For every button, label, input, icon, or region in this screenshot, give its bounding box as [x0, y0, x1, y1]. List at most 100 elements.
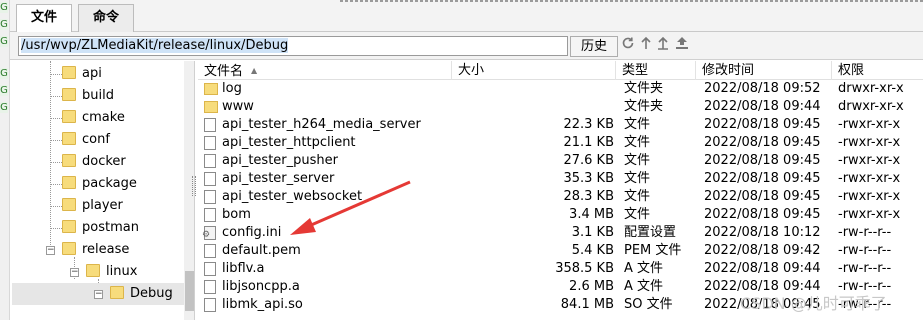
file-permissions: -rw-r--r-- [838, 243, 892, 258]
up-directory-icon[interactable] [655, 36, 671, 54]
tree-item-label: build [82, 88, 114, 103]
tab-bar: 文件 命令 [10, 0, 923, 33]
file-permissions: -rw-r--r-- [838, 261, 892, 276]
file-type: A 文件 [624, 279, 664, 294]
edge-marker: G [0, 85, 8, 96]
file-permissions: -rw-r--r-- [838, 225, 892, 240]
file-modified: 2022/08/18 09:45 [704, 171, 821, 186]
file-icon [204, 118, 216, 132]
file-modified: 2022/08/18 09:42 [704, 243, 821, 258]
file-name: www [222, 99, 254, 114]
tree-item-docker[interactable]: docker [62, 151, 126, 173]
column-header-permissions[interactable]: 权限 [832, 61, 923, 80]
tree-item-label: postman [82, 220, 139, 235]
tree-item-label: linux [106, 264, 138, 279]
file-name: api_tester_h264_media_server [222, 117, 421, 132]
folder-icon [62, 110, 76, 123]
tab-files[interactable]: 文件 [16, 4, 73, 33]
watermark: CSDN @儿时可乖了 [740, 294, 887, 313]
file-name: bom [222, 207, 251, 222]
tree-item-player[interactable]: player [62, 195, 123, 217]
tree-guide-line [50, 228, 62, 229]
upload-icon[interactable] [638, 36, 654, 54]
tab-commands[interactable]: 命令 [78, 4, 135, 32]
file-row[interactable]: default.pem 5.4 KB PEM 文件 2022/08/18 09:42 -… [198, 242, 923, 260]
file-size [452, 98, 614, 116]
file-name: libjsoncpp.a [222, 279, 300, 294]
file-name: api_tester_httpclient [222, 135, 356, 150]
edge-marker: G [0, 102, 8, 113]
file-type: 文件 [624, 135, 651, 150]
column-header-name[interactable]: 文件名 ▲ [198, 61, 452, 80]
file-row[interactable]: libflv.a 358.5 KB A 文件 2022/08/18 09:44 -rw-… [198, 260, 923, 278]
file-row[interactable]: api_tester_h264_media_server 22.3 KB 文件 202… [198, 116, 923, 134]
tree-guide-line [50, 74, 62, 75]
file-row[interactable]: bom 3.4 MB 文件 2022/08/18 09:45 -rwxr-xr-x [198, 206, 923, 224]
tree-item-release[interactable]: release [62, 239, 129, 261]
path-value: /usr/wvp/ZLMediaKit/release/linux/Debug [21, 38, 289, 53]
pane-splitter[interactable] [192, 176, 196, 196]
file-type: A 文件 [624, 261, 664, 276]
path-input[interactable]: /usr/wvp/ZLMediaKit/release/linux/Debug [18, 36, 568, 56]
file-list-header: 文件名 ▲ 大小 类型 修改时间 权限 [198, 61, 923, 80]
upload-folder-icon[interactable] [674, 36, 690, 54]
config-file-icon [202, 226, 216, 240]
file-icon [204, 172, 216, 186]
file-size: 22.3 KB [563, 117, 614, 132]
file-type: 文件 [624, 207, 651, 222]
tree-guide-line [50, 118, 62, 119]
file-icon [204, 154, 216, 168]
tree-item-debug[interactable]: Debug [110, 283, 173, 305]
column-header-size[interactable]: 大小 [452, 61, 616, 80]
file-type: 文件 [624, 117, 651, 132]
tree-item-api[interactable]: api [62, 63, 102, 85]
file-icon [204, 298, 216, 312]
tree-guide-line [50, 140, 62, 141]
file-row[interactable]: api_tester_pusher 27.6 KB 文件 2022/08/18 09:… [198, 152, 923, 170]
collapse-release-toggle[interactable]: − [46, 246, 55, 255]
tree-item-label: docker [82, 154, 126, 169]
history-button[interactable]: 历史 [570, 36, 618, 57]
file-size: 2.6 MB [569, 279, 614, 294]
file-row[interactable]: log 文件夹 2022/08/18 09:52 drwxr-xr-x [198, 80, 923, 98]
tree-item-build[interactable]: build [62, 85, 114, 107]
left-edge-strip: G G G G G G [0, 0, 10, 320]
tree-item-label: conf [82, 132, 110, 147]
file-type: PEM 文件 [624, 243, 682, 258]
file-row[interactable]: config.ini 3.1 KB 配置设置 2022/08/18 10:12 -rw-… [198, 224, 923, 242]
folder-icon [204, 101, 218, 113]
column-header-type[interactable]: 类型 [616, 61, 696, 80]
tree-scrollbar-thumb[interactable] [185, 271, 194, 311]
file-modified: 2022/08/18 09:45 [704, 135, 821, 150]
collapse-linux-toggle[interactable]: − [70, 268, 79, 277]
file-row[interactable]: api_tester_server 35.3 KB 文件 2022/08/18 09:… [198, 170, 923, 188]
folder-icon [204, 83, 218, 95]
collapse-debug-toggle[interactable]: − [94, 290, 103, 299]
file-size: 27.6 KB [563, 153, 614, 168]
tree-item-conf[interactable]: conf [62, 129, 110, 151]
file-size: 84.1 MB [560, 297, 614, 312]
file-row[interactable]: api_tester_httpclient 21.1 KB 文件 2022/08/18… [198, 134, 923, 152]
tree-item-package[interactable]: package [62, 173, 137, 195]
file-row[interactable]: api_tester_websocket 28.3 KB 文件 2022/08/18 … [198, 188, 923, 206]
file-modified: 2022/08/18 09:45 [704, 207, 821, 222]
folder-icon [62, 154, 76, 167]
file-size: 3.4 MB [569, 207, 614, 222]
refresh-icon[interactable] [620, 36, 636, 54]
folder-icon [86, 264, 100, 277]
file-modified: 2022/08/18 10:12 [704, 225, 821, 240]
folder-icon [62, 176, 76, 189]
file-modified: 2022/08/18 09:45 [704, 189, 821, 204]
file-type: SO 文件 [624, 297, 673, 312]
file-icon [204, 244, 216, 258]
file-row[interactable]: www 文件夹 2022/08/18 09:44 drwxr-xr-x [198, 98, 923, 116]
file-name: api_tester_pusher [222, 153, 338, 168]
file-size: 35.3 KB [563, 171, 614, 186]
tree-item-postman[interactable]: postman [62, 217, 139, 239]
file-name: config.ini [222, 225, 282, 240]
file-permissions: -rwxr-xr-x [838, 189, 901, 204]
column-header-modified[interactable]: 修改时间 [696, 61, 832, 80]
folder-icon [62, 198, 76, 211]
tree-item-linux[interactable]: linux [86, 261, 137, 283]
tree-item-cmake[interactable]: cmake [62, 107, 125, 129]
